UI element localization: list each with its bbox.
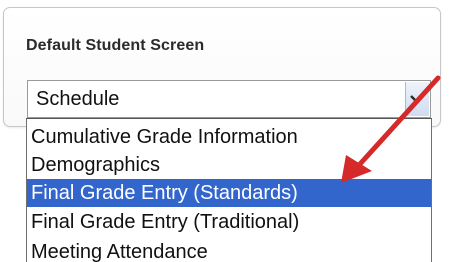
- option-cumulative-grade-information[interactable]: Cumulative Grade Information: [27, 123, 431, 151]
- chevron-down-icon: [410, 95, 424, 104]
- dropdown-list[interactable]: Cumulative Grade Information Demographic…: [26, 118, 432, 262]
- option-demographics[interactable]: Demographics: [27, 151, 431, 179]
- option-final-grade-entry-traditional[interactable]: Final Grade Entry (Traditional): [27, 208, 431, 236]
- default-student-screen-select[interactable]: Schedule: [27, 80, 431, 118]
- dropdown-toggle-button[interactable]: [405, 82, 429, 116]
- screenshot-scene: Default Student Screen Schedule Cumulati…: [0, 0, 461, 262]
- default-student-screen-label: Default Student Screen: [26, 37, 205, 54]
- option-meeting-attendance[interactable]: Meeting Attendance: [27, 238, 431, 262]
- selected-value: Schedule: [36, 88, 120, 110]
- option-final-grade-entry-standards[interactable]: Final Grade Entry (Standards): [27, 179, 431, 207]
